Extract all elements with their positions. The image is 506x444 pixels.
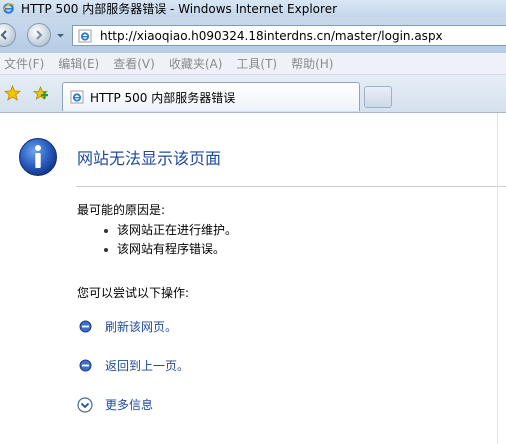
page-content: 网站无法显示该页面 最可能的原因是: 该网站正在进行维护。 该网站有程序错误。 … — [0, 113, 506, 444]
refresh-page-link[interactable]: 刷新该网页。 — [79, 318, 177, 335]
add-favorites-icon[interactable] — [32, 85, 49, 102]
new-tab-button[interactable] — [364, 86, 392, 108]
go-back-link[interactable]: 返回到上一页。 — [79, 357, 189, 374]
forward-button[interactable] — [27, 23, 51, 47]
menu-file[interactable]: 文件(F) — [4, 55, 44, 72]
recent-pages-dropdown-icon[interactable] — [56, 31, 65, 40]
blue-bullet-icon — [79, 359, 92, 372]
list-item: 该网站有程序错误。 — [104, 240, 237, 259]
go-back-link-text[interactable]: 返回到上一页。 — [105, 357, 189, 374]
more-info-link-text[interactable]: 更多信息 — [105, 396, 153, 413]
list-item: 该网站正在进行维护。 — [104, 221, 237, 240]
menu-view[interactable]: 查看(V) — [113, 55, 155, 72]
try-heading: 您可以尝试以下操作: — [77, 286, 190, 300]
tab-label: HTTP 500 内部服务器错误 — [90, 90, 236, 105]
info-icon — [19, 138, 57, 176]
window-title: HTTP 500 内部服务器错误 - Windows Internet Expl… — [21, 2, 338, 16]
page-title: 网站无法显示该页面 — [77, 149, 222, 168]
ie-icon — [2, 3, 15, 14]
title-bar: HTTP 500 内部服务器错误 - Windows Internet Expl… — [0, 0, 506, 17]
menu-help[interactable]: 帮助(H) — [291, 55, 333, 72]
refresh-link-text[interactable]: 刷新该网页。 — [105, 318, 177, 335]
ie-page-icon — [70, 90, 84, 104]
cause-heading: 最可能的原因是: — [77, 203, 166, 217]
menu-edit[interactable]: 编辑(E) — [58, 55, 99, 72]
divider — [76, 186, 506, 187]
chevron-down-circle-icon — [77, 396, 93, 413]
address-row: http://xiaoqiao.h090324.18interdns.cn/ma… — [0, 17, 506, 53]
tab-http-500[interactable]: HTTP 500 内部服务器错误 — [62, 82, 360, 111]
forward-arrow-icon — [36, 30, 43, 40]
back-button[interactable] — [0, 23, 16, 47]
scrollbar-edge — [497, 113, 498, 444]
cause-list: 该网站正在进行维护。 该网站有程序错误。 — [104, 221, 237, 259]
back-arrow-icon — [0, 30, 7, 40]
tab-row: HTTP 500 内部服务器错误 — [0, 75, 506, 113]
address-bar[interactable]: http://xiaoqiao.h090324.18interdns.cn/ma… — [72, 25, 506, 46]
favorites-star-icon[interactable] — [4, 85, 21, 102]
url-text: http://xiaoqiao.h090324.18interdns.cn/ma… — [100, 28, 443, 43]
menu-favorites[interactable]: 收藏夹(A) — [169, 55, 223, 72]
menu-bar: 文件(F) 编辑(E) 查看(V) 收藏夹(A) 工具(T) 帮助(H) — [0, 53, 506, 75]
blue-bullet-icon — [79, 320, 92, 333]
more-info-link[interactable]: 更多信息 — [77, 396, 153, 413]
ie-page-icon — [78, 29, 92, 42]
menu-tools[interactable]: 工具(T) — [236, 55, 277, 72]
